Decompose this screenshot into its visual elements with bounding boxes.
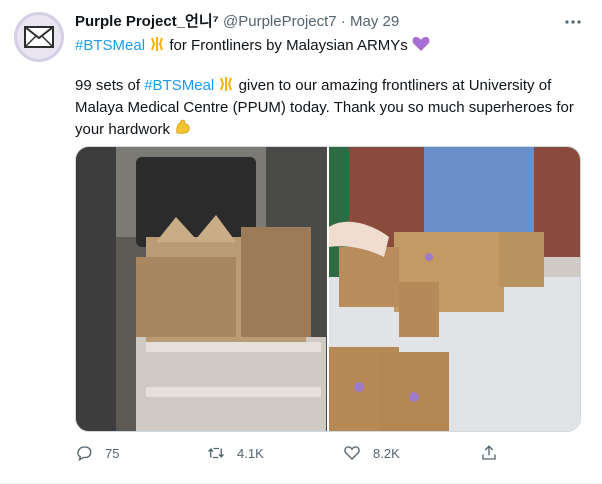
photo-right[interactable] xyxy=(329,147,580,431)
tweet-date[interactable]: May 29 xyxy=(350,13,399,30)
avatar[interactable] xyxy=(14,12,64,62)
tweet-header: Purple Project_언니⁷ @PurpleProject7 · May… xyxy=(75,12,399,32)
tweet-first-line: #BTSMeal for Frontliners by Malaysian AR… xyxy=(75,36,430,58)
reply-button[interactable]: 75 xyxy=(75,444,119,462)
like-count: 8.2K xyxy=(373,445,400,461)
flexed-biceps-emoji xyxy=(174,118,192,142)
separator: · xyxy=(340,13,346,30)
photo-left[interactable] xyxy=(76,147,327,431)
tweet-body-prefix: 99 sets of xyxy=(75,77,141,94)
envelope-icon xyxy=(24,26,54,48)
like-button[interactable]: 8.2K xyxy=(343,444,400,462)
media-grid xyxy=(75,146,581,432)
sparkles-emoji xyxy=(149,36,165,58)
tweet-card[interactable]: Purple Project_언니⁷ @PurpleProject7 · May… xyxy=(0,0,602,484)
user-handle[interactable]: @PurpleProject7 xyxy=(223,13,337,30)
hashtag-link[interactable]: #BTSMeal xyxy=(75,37,145,54)
sparkles-emoji xyxy=(218,76,234,98)
share-icon xyxy=(482,445,496,460)
tweet-body: 99 sets of #BTSMeal given to our amazing… xyxy=(75,76,580,142)
retweet-button[interactable]: 4.1K xyxy=(207,444,264,462)
retweet-count: 4.1K xyxy=(237,445,264,461)
reply-icon xyxy=(77,446,92,462)
purple-heart-emoji xyxy=(412,36,430,58)
share-button[interactable] xyxy=(480,444,510,462)
retweet-icon xyxy=(208,447,224,459)
more-icon[interactable] xyxy=(562,12,584,32)
hashtag-link[interactable]: #BTSMeal xyxy=(144,77,214,94)
heart-icon xyxy=(344,446,360,460)
action-bar: 75 4.1K 8.2K xyxy=(75,444,580,466)
display-name[interactable]: Purple Project_언니⁷ xyxy=(75,13,219,30)
reply-count: 75 xyxy=(105,445,120,461)
tweet-first-line-text: for Frontliners by Malaysian ARMYs xyxy=(169,37,408,54)
